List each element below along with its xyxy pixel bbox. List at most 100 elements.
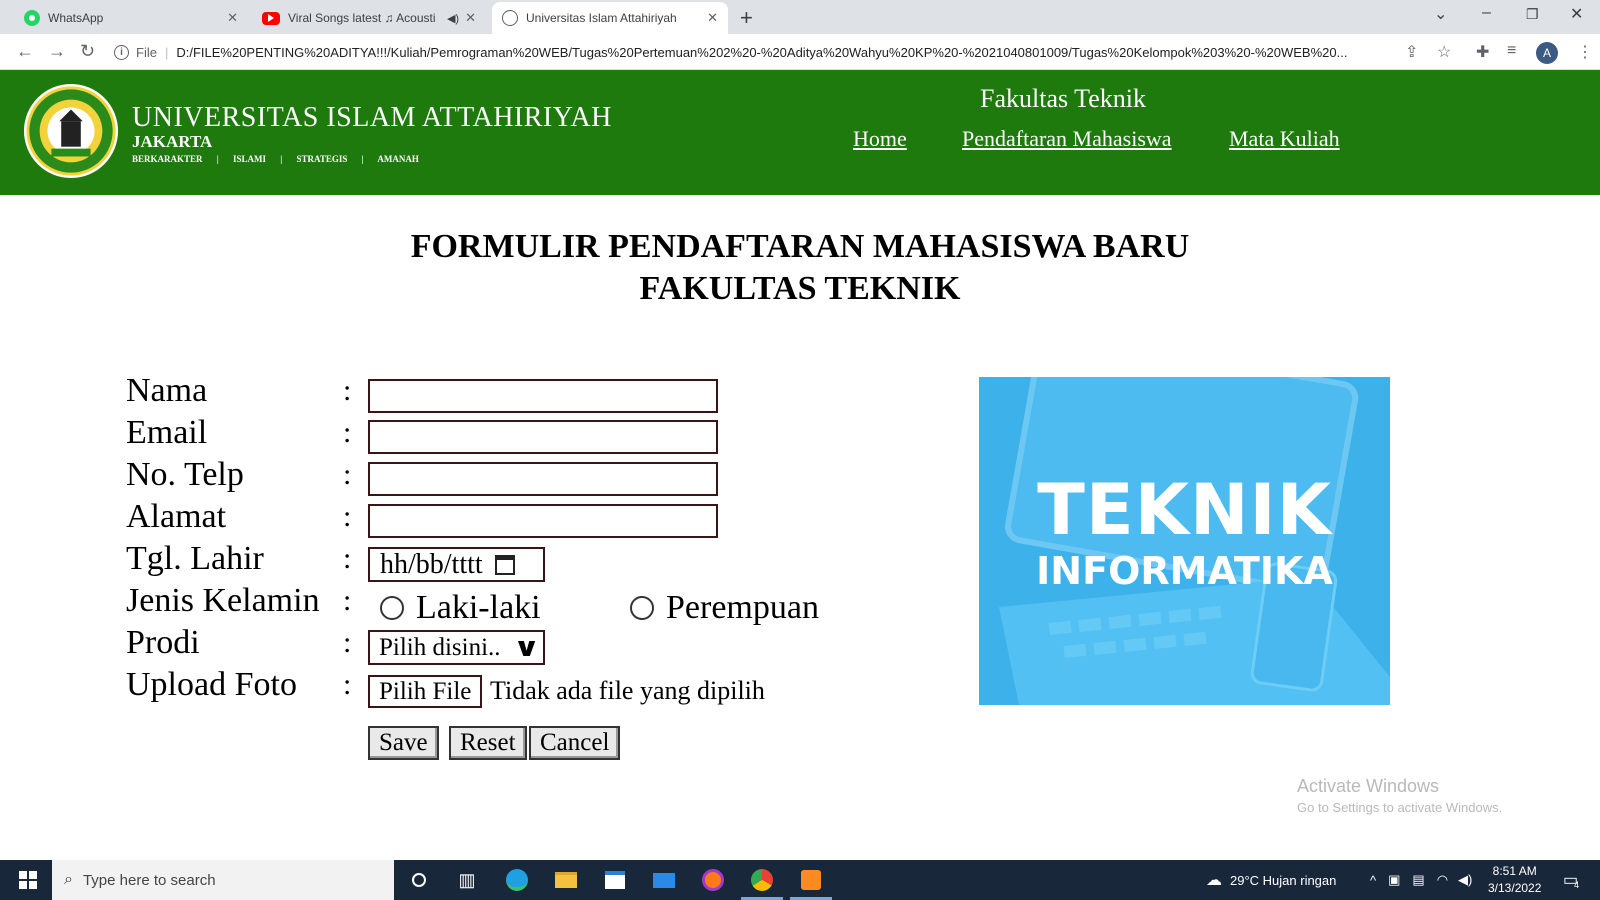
motto-divider: | [280, 154, 283, 164]
colon: : [343, 668, 352, 701]
search-placeholder: Type here to search [82, 871, 216, 889]
tab-youtube[interactable]: Viral Songs latest ♫ Acousti ◀︎) ✕ [252, 2, 486, 34]
extensions-icon[interactable]: ✚ [1476, 42, 1489, 62]
telp-input[interactable] [368, 462, 718, 496]
radio-label: Laki-laki [416, 589, 541, 626]
tray-chevron-icon[interactable]: ^ [1370, 873, 1376, 888]
close-tab-icon[interactable]: ✕ [465, 10, 476, 26]
nav-pendaftaran-link[interactable]: Pendaftaran Mahasiswa [962, 126, 1172, 152]
youtube-icon [262, 11, 280, 25]
radio-circle-icon[interactable] [380, 596, 404, 620]
tgl-lahir-label: Tgl. Lahir [126, 540, 264, 577]
prodi-label: Prodi [126, 624, 200, 661]
share-icon[interactable]: ⇪ [1405, 42, 1418, 62]
file-explorer-icon[interactable] [553, 868, 579, 892]
email-label: Email [126, 414, 208, 451]
jenis-kelamin-label: Jenis Kelamin [126, 582, 320, 619]
url-text: D:/FILE%20PENTING%20ADITYA!!!/Kuliah/Pem… [176, 44, 1348, 60]
nav-mata-kuliah-link[interactable]: Mata Kuliah [1229, 126, 1340, 152]
telp-label: No. Telp [126, 456, 244, 493]
motto-divider: | [361, 154, 364, 164]
volume-icon[interactable]: ◀︎) [1458, 872, 1472, 888]
taskbar-search-box[interactable]: ⌕ Type here to search [52, 860, 394, 900]
tab-universitas[interactable]: Universitas Islam Attahiriyah ✕ [492, 2, 728, 34]
colon: : [343, 542, 352, 575]
banner-subtitle: INFORMATIKA [1036, 549, 1333, 593]
nav-home-link[interactable]: Home [853, 126, 907, 152]
colon: : [343, 416, 352, 449]
cortana-icon[interactable] [406, 868, 432, 892]
reload-icon[interactable]: ↻ [80, 41, 95, 62]
colon: : [343, 500, 352, 533]
forward-icon[interactable]: → [48, 41, 66, 62]
radio-perempuan[interactable]: Perempuan [630, 589, 819, 627]
tab-search-chevron-icon[interactable]: ⌄ [1434, 4, 1447, 24]
close-tab-icon[interactable]: ✕ [707, 10, 718, 26]
file-status-text: Tidak ada file yang dipilih [490, 676, 765, 705]
nama-input[interactable] [368, 379, 718, 413]
minimize-icon[interactable]: – [1482, 4, 1491, 22]
activate-windows-watermark: Activate Windows Go to Settings to activ… [1297, 776, 1502, 815]
menu-kebab-icon[interactable]: ⋮ [1577, 42, 1593, 62]
page-title: FORMULIR PENDAFTARAN MAHASISWA BARU FAKU… [0, 226, 1600, 310]
sublime-text-icon[interactable] [790, 868, 832, 900]
taskbar-clock[interactable]: 8:51 AM 3/13/2022 [1488, 863, 1541, 897]
notification-count: 4 [1574, 880, 1580, 890]
back-icon[interactable]: ← [16, 41, 34, 62]
close-tab-icon[interactable]: ✕ [227, 10, 238, 26]
radio-label: Perempuan [666, 589, 819, 626]
prodi-selected-value: Pilih disini.. [379, 633, 501, 661]
weather-text: 29°C Hujan ringan [1230, 872, 1337, 888]
store-icon[interactable] [602, 868, 628, 892]
bookmark-star-icon[interactable]: ☆ [1437, 42, 1451, 62]
colon: : [343, 626, 352, 659]
profile-avatar[interactable]: A [1536, 42, 1558, 64]
new-tab-icon[interactable]: + [740, 5, 753, 31]
colon: : [343, 458, 352, 491]
windows-start-icon[interactable] [4, 860, 52, 900]
university-name: UNIVERSITAS ISLAM ATTAHIRIYAH [132, 102, 612, 133]
university-motto: BERKARAKTER | ISLAMI | STRATEGIS | AMANA… [132, 154, 431, 164]
university-logo [23, 83, 119, 179]
firefox-icon[interactable] [700, 868, 726, 892]
email-input[interactable] [368, 420, 718, 454]
alamat-input[interactable] [368, 504, 718, 538]
banner-title: TEKNIK [1037, 469, 1332, 551]
motto-divider: | [216, 154, 219, 164]
mail-icon[interactable] [651, 868, 677, 892]
prodi-select[interactable]: Pilih disini.. ∨ [368, 630, 545, 665]
device-icon[interactable]: ▣ [1388, 872, 1400, 888]
edge-icon[interactable] [504, 868, 530, 892]
url-separator: | [164, 44, 169, 60]
info-icon[interactable]: i [114, 44, 129, 60]
weather-widget[interactable]: ☁ 29°C Hujan ringan [1206, 860, 1336, 900]
alamat-label: Alamat [126, 498, 227, 535]
choose-file-button[interactable]: Pilih File [368, 675, 483, 708]
cloud-icon: ☁ [1206, 872, 1222, 889]
task-view-icon[interactable]: ▥ [454, 868, 480, 892]
url-bar[interactable]: i File | D:/FILE%20PENTING%20ADITYA!!!/K… [114, 40, 1394, 64]
chrome-icon[interactable] [741, 868, 783, 900]
tab-title: Universitas Islam Attahiriyah [526, 11, 677, 25]
radio-laki-laki[interactable]: Laki-laki [380, 589, 541, 627]
meet-now-icon[interactable]: ▤ [1412, 872, 1424, 888]
upload-foto-label: Upload Foto [126, 666, 297, 703]
close-window-icon[interactable]: ✕ [1570, 4, 1583, 24]
radio-circle-icon[interactable] [630, 596, 654, 620]
wifi-icon[interactable]: ◠ [1437, 872, 1448, 888]
speaker-icon[interactable]: ◀︎) [447, 12, 459, 25]
notification-center-icon[interactable]: ▭ 4 [1563, 860, 1579, 900]
calendar-icon[interactable] [494, 554, 515, 575]
colon: : [343, 584, 352, 617]
restore-icon[interactable]: ❐ [1526, 6, 1539, 23]
tgl-lahir-date-input[interactable]: hh/bb/tttt [368, 547, 545, 582]
motto-item: STRATEGIS [296, 154, 348, 164]
university-city: JAKARTA [132, 132, 213, 151]
reading-list-icon[interactable]: ≡ [1507, 42, 1516, 60]
save-button[interactable]: Save [368, 726, 439, 760]
cancel-button[interactable]: Cancel [529, 726, 621, 760]
teknik-informatika-banner: TEKNIK INFORMATIKA [979, 377, 1390, 705]
tab-title: Viral Songs latest ♫ Acousti [288, 11, 436, 25]
reset-button[interactable]: Reset [449, 726, 527, 760]
tab-whatsapp[interactable]: WhatsApp ✕ [14, 2, 248, 34]
